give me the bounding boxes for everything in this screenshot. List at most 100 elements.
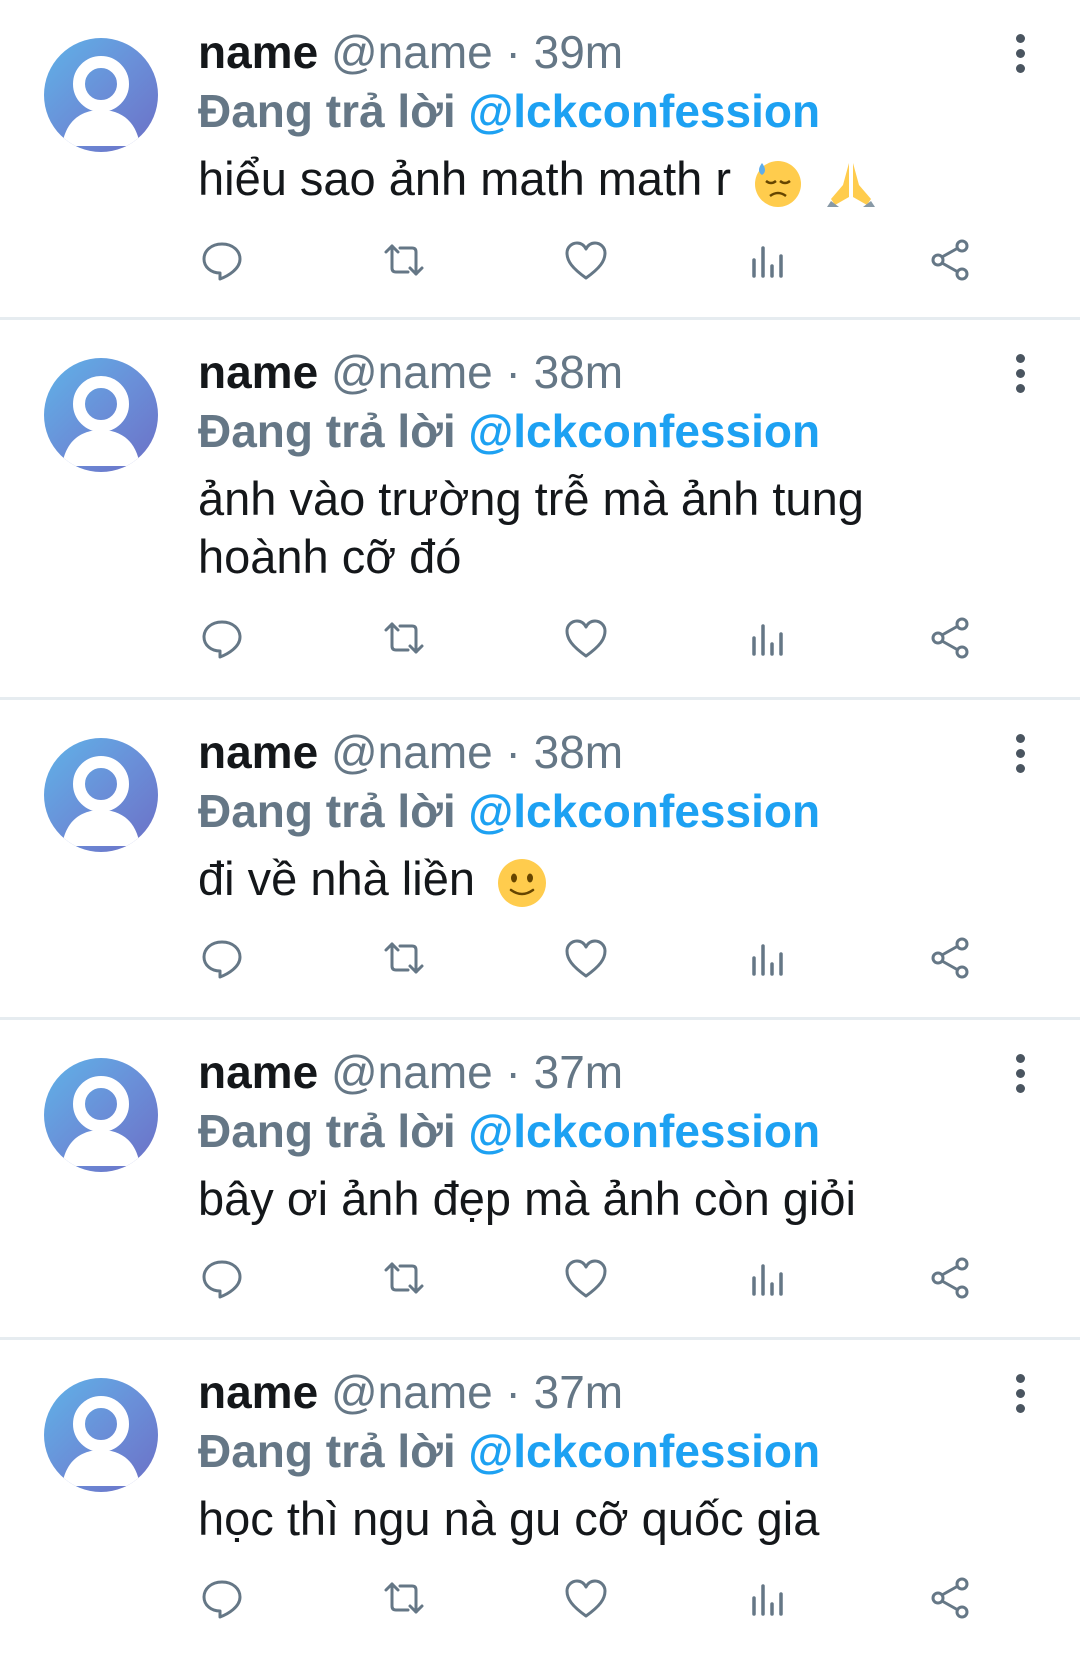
separator: · [505, 1366, 521, 1418]
retweet-icon[interactable] [380, 236, 430, 286]
avatar[interactable] [44, 1058, 158, 1172]
tweet-header: name @name · 37m [198, 1362, 1000, 1422]
tweet-header: name @name · 39m [198, 22, 1000, 82]
timestamp[interactable]: 39m [534, 26, 623, 78]
tweet-text-content: ảnh vào trường trễ mà ảnh tung hoành cỡ … [198, 472, 864, 583]
reply-prefix: Đang trả lời [198, 1425, 456, 1477]
tweet-text-content: hiểu sao ảnh math math r [198, 152, 731, 205]
heart-icon[interactable] [562, 236, 612, 286]
user-handle[interactable]: @name [331, 1366, 493, 1418]
default-user-icon [62, 1396, 140, 1486]
retweet-icon[interactable] [380, 1254, 430, 1304]
reply-icon[interactable] [198, 614, 248, 664]
stats-icon[interactable] [744, 236, 794, 286]
more-vertical-icon[interactable] [1008, 734, 1032, 774]
reply-target-link[interactable]: @lckconfession [468, 405, 820, 457]
default-user-icon [62, 1076, 140, 1166]
tweet-content: name @name · 37m Đang trả lời @lckconfes… [198, 1362, 1000, 1548]
reply-icon[interactable] [198, 1254, 248, 1304]
user-handle[interactable]: @name [331, 346, 493, 398]
avatar[interactable] [44, 1378, 158, 1492]
heart-icon[interactable] [562, 1254, 612, 1304]
reply-prefix: Đang trả lời [198, 405, 456, 457]
tweet-text: đi về nhà liền [198, 850, 918, 909]
avatar[interactable] [44, 738, 158, 852]
default-user-icon [62, 376, 140, 466]
share-icon[interactable] [926, 1254, 976, 1304]
tweet-text: học thì ngu nà gu cỡ quốc gia [198, 1490, 918, 1548]
display-name[interactable]: name [198, 26, 318, 78]
retweet-icon[interactable] [380, 1574, 430, 1624]
timestamp[interactable]: 38m [534, 726, 623, 778]
more-vertical-icon[interactable] [1008, 1054, 1032, 1094]
stats-icon[interactable] [744, 1254, 794, 1304]
slightly-smiling-face-emoji [498, 858, 547, 907]
stats-icon[interactable] [744, 1574, 794, 1624]
retweet-icon[interactable] [380, 934, 430, 984]
display-name[interactable]: name [198, 1366, 318, 1418]
default-user-icon [62, 56, 140, 146]
display-name[interactable]: name [198, 1046, 318, 1098]
tweet[interactable]: name @name · 39m Đang trả lời @lckconfes… [0, 0, 1080, 320]
separator: · [505, 1046, 521, 1098]
reply-feed: name @name · 39m Đang trả lời @lckconfes… [0, 0, 1080, 1657]
tweet-content: name @name · 38m Đang trả lời @lckconfes… [198, 722, 1000, 909]
avatar[interactable] [44, 358, 158, 472]
more-vertical-icon[interactable] [1008, 354, 1032, 394]
user-handle[interactable]: @name [331, 26, 493, 78]
tweet-header: name @name · 37m [198, 1042, 1000, 1102]
default-user-icon [62, 756, 140, 846]
downcast-sweat-emoji [755, 160, 802, 207]
more-vertical-icon[interactable] [1008, 1374, 1032, 1414]
replying-to: Đang trả lời @lckconfession [198, 402, 1000, 460]
heart-icon[interactable] [562, 934, 612, 984]
tweet[interactable]: name @name · 37m Đang trả lời @lckconfes… [0, 1340, 1080, 1657]
tweet-actions [198, 1254, 1018, 1304]
reply-target-link[interactable]: @lckconfession [468, 785, 820, 837]
reply-prefix: Đang trả lời [198, 85, 456, 137]
tweet-actions [198, 1574, 1018, 1624]
separator: · [505, 726, 521, 778]
avatar[interactable] [44, 38, 158, 152]
reply-target-link[interactable]: @lckconfession [468, 85, 820, 137]
stats-icon[interactable] [744, 934, 794, 984]
timestamp[interactable]: 38m [534, 346, 623, 398]
tweet-actions [198, 614, 1018, 664]
timestamp[interactable]: 37m [534, 1366, 623, 1418]
folded-hands-emoji [827, 162, 876, 207]
reply-icon[interactable] [198, 236, 248, 286]
tweet-content: name @name · 37m Đang trả lời @lckconfes… [198, 1042, 1000, 1228]
heart-icon[interactable] [562, 1574, 612, 1624]
retweet-icon[interactable] [380, 614, 430, 664]
separator: · [505, 26, 521, 78]
display-name[interactable]: name [198, 346, 318, 398]
share-icon[interactable] [926, 1574, 976, 1624]
stats-icon[interactable] [744, 614, 794, 664]
display-name[interactable]: name [198, 726, 318, 778]
tweet-actions [198, 934, 1018, 984]
user-handle[interactable]: @name [331, 1046, 493, 1098]
tweet-header: name @name · 38m [198, 342, 1000, 402]
tweet[interactable]: name @name · 38m Đang trả lời @lckconfes… [0, 700, 1080, 1020]
tweet-text: bây ơi ảnh đẹp mà ảnh còn giỏi [198, 1170, 918, 1228]
reply-icon[interactable] [198, 934, 248, 984]
more-vertical-icon[interactable] [1008, 34, 1032, 74]
heart-icon[interactable] [562, 614, 612, 664]
replying-to: Đang trả lời @lckconfession [198, 782, 1000, 840]
tweet-text: ảnh vào trường trễ mà ảnh tung hoành cỡ … [198, 470, 918, 586]
timestamp[interactable]: 37m [534, 1046, 623, 1098]
tweet-content: name @name · 39m Đang trả lời @lckconfes… [198, 22, 1000, 209]
share-icon[interactable] [926, 236, 976, 286]
tweet-text-content: đi về nhà liền [198, 852, 475, 905]
tweet-actions [198, 236, 1018, 286]
share-icon[interactable] [926, 614, 976, 664]
reply-target-link[interactable]: @lckconfession [468, 1425, 820, 1477]
replying-to: Đang trả lời @lckconfession [198, 1102, 1000, 1160]
tweet-text-content: bây ơi ảnh đẹp mà ảnh còn giỏi [198, 1172, 856, 1225]
tweet[interactable]: name @name · 38m Đang trả lời @lckconfes… [0, 320, 1080, 700]
user-handle[interactable]: @name [331, 726, 493, 778]
reply-target-link[interactable]: @lckconfession [468, 1105, 820, 1157]
tweet[interactable]: name @name · 37m Đang trả lời @lckconfes… [0, 1020, 1080, 1340]
reply-icon[interactable] [198, 1574, 248, 1624]
share-icon[interactable] [926, 934, 976, 984]
